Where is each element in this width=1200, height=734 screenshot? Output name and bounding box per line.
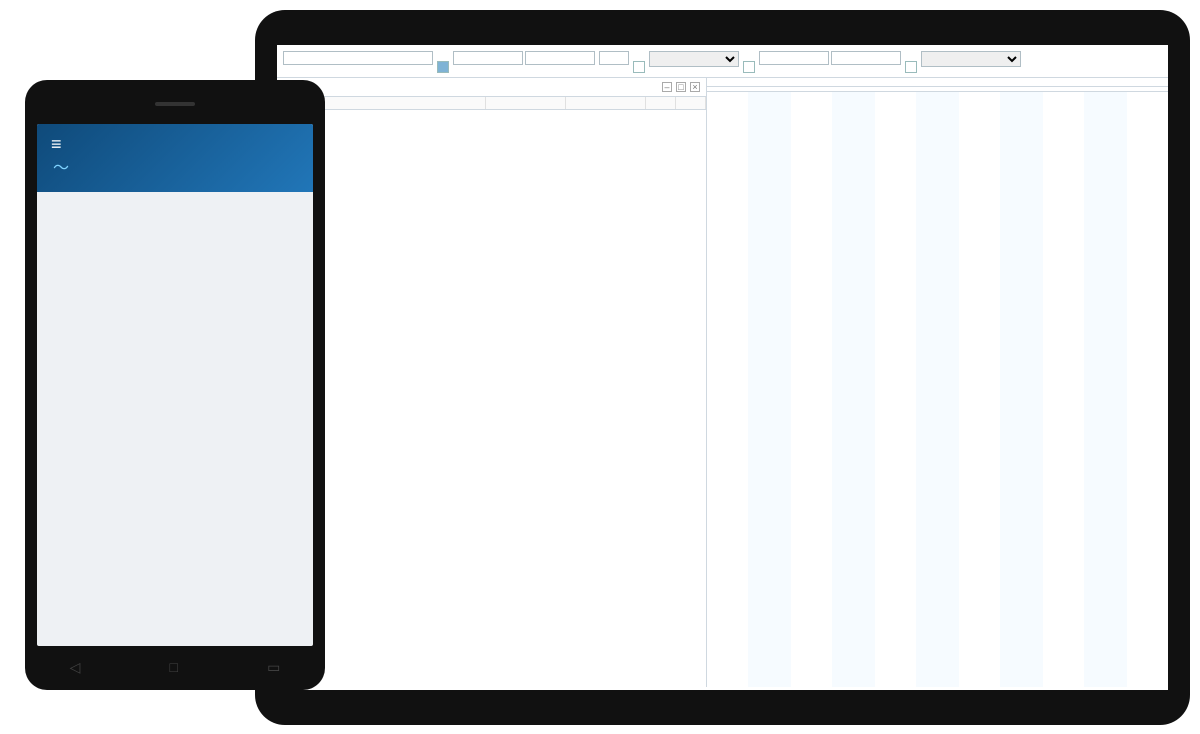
tablet-screen: – □ × (277, 45, 1168, 690)
menu-icon[interactable]: ≡ (51, 134, 62, 155)
col-start-header (486, 97, 566, 109)
table-header (277, 97, 706, 110)
gantt-pane (707, 78, 1168, 687)
phone-frame: ≡ 〜 ◁ □ ▭ (25, 80, 325, 690)
tablet-frame: – □ × (255, 10, 1190, 725)
col-end-header (566, 97, 646, 109)
filter-close-to[interactable] (831, 51, 901, 65)
filter-link-input[interactable] (599, 51, 629, 65)
gantt-body[interactable] (707, 92, 1168, 687)
phone-header: ≡ 〜 (37, 124, 313, 192)
filter-bar (277, 45, 1168, 78)
col-dur-norm-header (676, 97, 706, 109)
filter-object-select[interactable] (921, 51, 1021, 67)
filter-brigade-select[interactable] (649, 51, 739, 67)
table-body (277, 110, 706, 687)
minimize-button[interactable]: – (662, 82, 672, 92)
filter-date-to[interactable] (525, 51, 595, 65)
phone-speaker (155, 102, 195, 106)
nav-back-icon[interactable]: ◁ (70, 659, 81, 676)
filter-brigade-check[interactable] (633, 61, 645, 73)
filter-text-input[interactable] (283, 51, 433, 65)
pulse-icon: 〜 (53, 160, 69, 177)
col-dur-plan-header (646, 97, 676, 109)
filter-date-check[interactable] (437, 61, 449, 73)
nav-home-icon[interactable]: □ (170, 659, 178, 676)
filter-object-check[interactable] (905, 61, 917, 73)
work-list-pane: – □ × (277, 78, 707, 687)
filter-close-check[interactable] (743, 61, 755, 73)
maximize-button[interactable]: □ (676, 82, 686, 92)
nav-recent-icon[interactable]: ▭ (267, 659, 280, 676)
filter-close-from[interactable] (759, 51, 829, 65)
filter-date-from[interactable] (453, 51, 523, 65)
phone-nav: ◁ □ ▭ (25, 659, 325, 676)
phone-screen: ≡ 〜 (37, 124, 313, 646)
close-button[interactable]: × (690, 82, 700, 92)
